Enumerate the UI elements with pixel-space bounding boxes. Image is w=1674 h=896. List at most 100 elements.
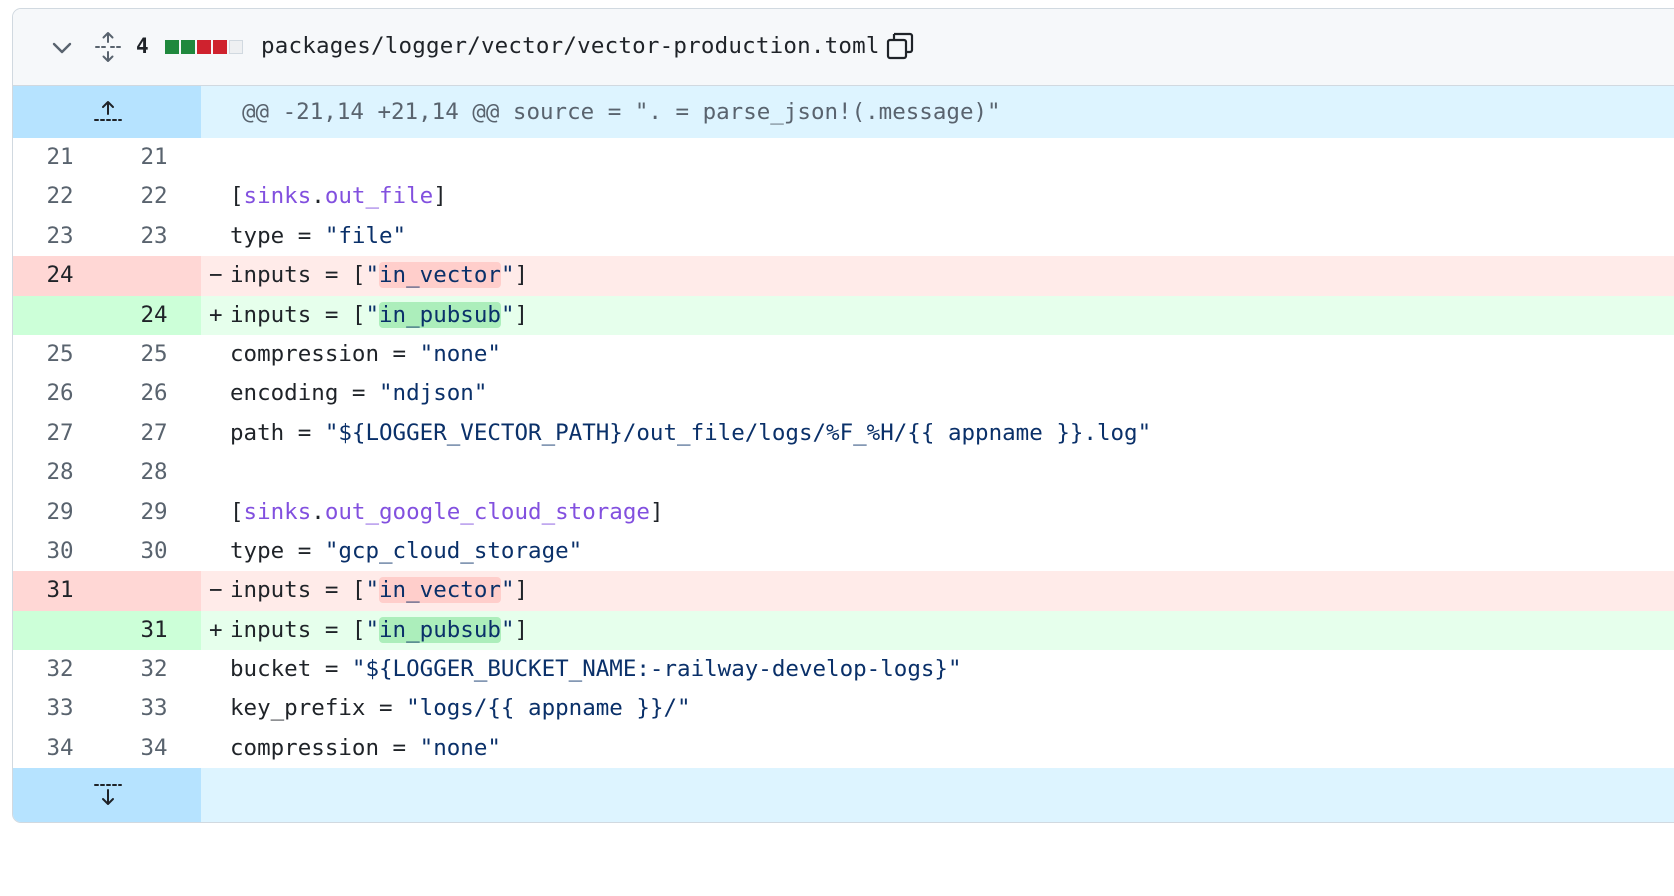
expand-down-button[interactable] — [13, 768, 201, 822]
new-line-number[interactable]: 22 — [107, 177, 201, 216]
diffstat-block — [165, 40, 179, 54]
expand-up-icon — [94, 101, 122, 121]
diff-line-ctx: 28 28 — [13, 453, 1674, 492]
old-line-number[interactable]: 27 — [13, 414, 107, 453]
new-line-number[interactable]: 30 — [107, 532, 201, 571]
diff-marker — [209, 650, 230, 689]
old-line-number[interactable]: 22 — [13, 177, 107, 216]
old-line-number[interactable]: 32 — [13, 650, 107, 689]
diff-marker — [209, 414, 230, 453]
copy-icon[interactable] — [883, 29, 917, 63]
diffstat-block — [197, 40, 211, 54]
diff-line-ctx: 27 27 path = "${LOGGER_VECTOR_PATH}/out_f… — [13, 414, 1674, 453]
diff-marker: − — [209, 577, 223, 604]
diff-marker — [209, 493, 230, 532]
change-count: 4 — [136, 34, 149, 58]
diff-marker — [209, 689, 230, 728]
old-line-number[interactable]: 30 — [13, 532, 107, 571]
old-line-number[interactable]: 34 — [13, 729, 107, 768]
new-line-number[interactable]: 33 — [107, 689, 201, 728]
new-line-number[interactable]: 25 — [107, 335, 201, 374]
new-line-number[interactable]: 27 — [107, 414, 201, 453]
old-line-number[interactable]: 31 — [13, 571, 107, 611]
hunk-header-row: @@ -21,14 +21,14 @@ source = ". = parse_… — [13, 86, 1674, 138]
diff-line-del: 31 − inputs = ["in_vector"] — [13, 571, 1674, 611]
diff-marker: + — [209, 616, 223, 643]
diffstat-block — [213, 40, 227, 54]
new-line-number[interactable]: 21 — [107, 138, 201, 177]
diff-marker: + — [209, 301, 223, 328]
old-line-number[interactable] — [13, 610, 107, 651]
diff-line-add: 31 + inputs = ["in_pubsub"] — [13, 610, 1674, 651]
code-line: key_prefix = "logs/{{ appname }}/" — [201, 689, 1674, 728]
code-line: − inputs = ["in_vector"] — [201, 571, 1674, 610]
diff-marker — [209, 177, 230, 216]
old-line-number[interactable]: 21 — [13, 138, 107, 177]
diffstat — [165, 40, 243, 54]
diff-marker: − — [209, 262, 223, 289]
code-line — [201, 453, 1674, 492]
new-line-number[interactable]: 28 — [107, 453, 201, 492]
diff-line-ctx: 25 25 compression = "none" — [13, 335, 1674, 374]
diff-marker — [209, 729, 230, 768]
old-line-number[interactable]: 23 — [13, 217, 107, 256]
diff-file: 4 packages/logger/vector/vector-producti… — [12, 8, 1674, 823]
diff-marker — [209, 138, 230, 177]
diff-marker — [209, 335, 230, 374]
new-line-number[interactable] — [107, 571, 201, 611]
new-line-number[interactable]: 29 — [107, 493, 201, 532]
code-line: type = "gcp_cloud_storage" — [201, 532, 1674, 571]
old-line-number[interactable] — [13, 295, 107, 335]
expand-down-icon — [94, 784, 122, 806]
diff-line-ctx: 32 32 bucket = "${LOGGER_BUCKET_NAME:-rai… — [13, 650, 1674, 689]
code-line — [201, 138, 1674, 177]
hunk-footer — [201, 768, 1674, 822]
new-line-number[interactable]: 23 — [107, 217, 201, 256]
code-line: encoding = "ndjson" — [201, 374, 1674, 413]
diff-line-add: 24 + inputs = ["in_pubsub"] — [13, 295, 1674, 335]
old-line-number[interactable]: 24 — [13, 256, 107, 296]
old-line-number[interactable]: 29 — [13, 493, 107, 532]
file-path[interactable]: packages/logger/vector/vector-production… — [261, 33, 880, 59]
diff-marker — [209, 217, 230, 256]
new-line-number[interactable]: 31 — [107, 610, 201, 651]
diffstat-block — [181, 40, 195, 54]
code-line: compression = "none" — [201, 335, 1674, 374]
diff-marker — [209, 374, 230, 413]
code-line: [sinks.out_google_cloud_storage] — [201, 493, 1674, 532]
new-line-number[interactable]: 34 — [107, 729, 201, 768]
expand-up-button[interactable] — [13, 86, 201, 138]
new-line-number[interactable]: 26 — [107, 374, 201, 413]
diff-line-ctx: 30 30 type = "gcp_cloud_storage" — [13, 532, 1674, 571]
chevron-down-icon[interactable] — [49, 35, 75, 61]
code-line: compression = "none" — [201, 729, 1674, 768]
diffstat-block — [229, 40, 243, 54]
code-line: + inputs = ["in_pubsub"] — [201, 611, 1674, 650]
diff-line-ctx: 33 33 key_prefix = "logs/{{ appname }}/" — [13, 689, 1674, 728]
old-line-number[interactable]: 33 — [13, 689, 107, 728]
unfold-icon[interactable] — [93, 31, 123, 63]
diff-lines: 21 21 22 22 [sinks.out_file] 23 23 type = "f… — [13, 138, 1674, 768]
diff-line-ctx: 34 34 compression = "none" — [13, 729, 1674, 768]
old-line-number[interactable]: 25 — [13, 335, 107, 374]
old-line-number[interactable]: 26 — [13, 374, 107, 413]
hunk-footer-row — [13, 768, 1674, 822]
diff-line-ctx: 23 23 type = "file" — [13, 217, 1674, 256]
diff-line-ctx: 29 29 [sinks.out_google_cloud_storage] — [13, 493, 1674, 532]
diff-line-del: 24 − inputs = ["in_vector"] — [13, 256, 1674, 296]
diff-line-ctx: 26 26 encoding = "ndjson" — [13, 374, 1674, 413]
file-header: 4 packages/logger/vector/vector-producti… — [13, 9, 1674, 86]
code-line: bucket = "${LOGGER_BUCKET_NAME:-railway-… — [201, 650, 1674, 689]
code-line: path = "${LOGGER_VECTOR_PATH}/out_file/l… — [201, 414, 1674, 453]
diff-line-ctx: 21 21 — [13, 138, 1674, 177]
new-line-number[interactable]: 32 — [107, 650, 201, 689]
diff-line-ctx: 22 22 [sinks.out_file] — [13, 177, 1674, 216]
hunk-header: @@ -21,14 +21,14 @@ source = ". = parse_… — [242, 99, 1001, 125]
diff-marker — [209, 532, 230, 571]
code-line: type = "file" — [201, 217, 1674, 256]
new-line-number[interactable] — [107, 256, 201, 296]
diff-marker — [209, 453, 230, 492]
code-line: − inputs = ["in_vector"] — [201, 256, 1674, 295]
new-line-number[interactable]: 24 — [107, 295, 201, 335]
old-line-number[interactable]: 28 — [13, 453, 107, 492]
